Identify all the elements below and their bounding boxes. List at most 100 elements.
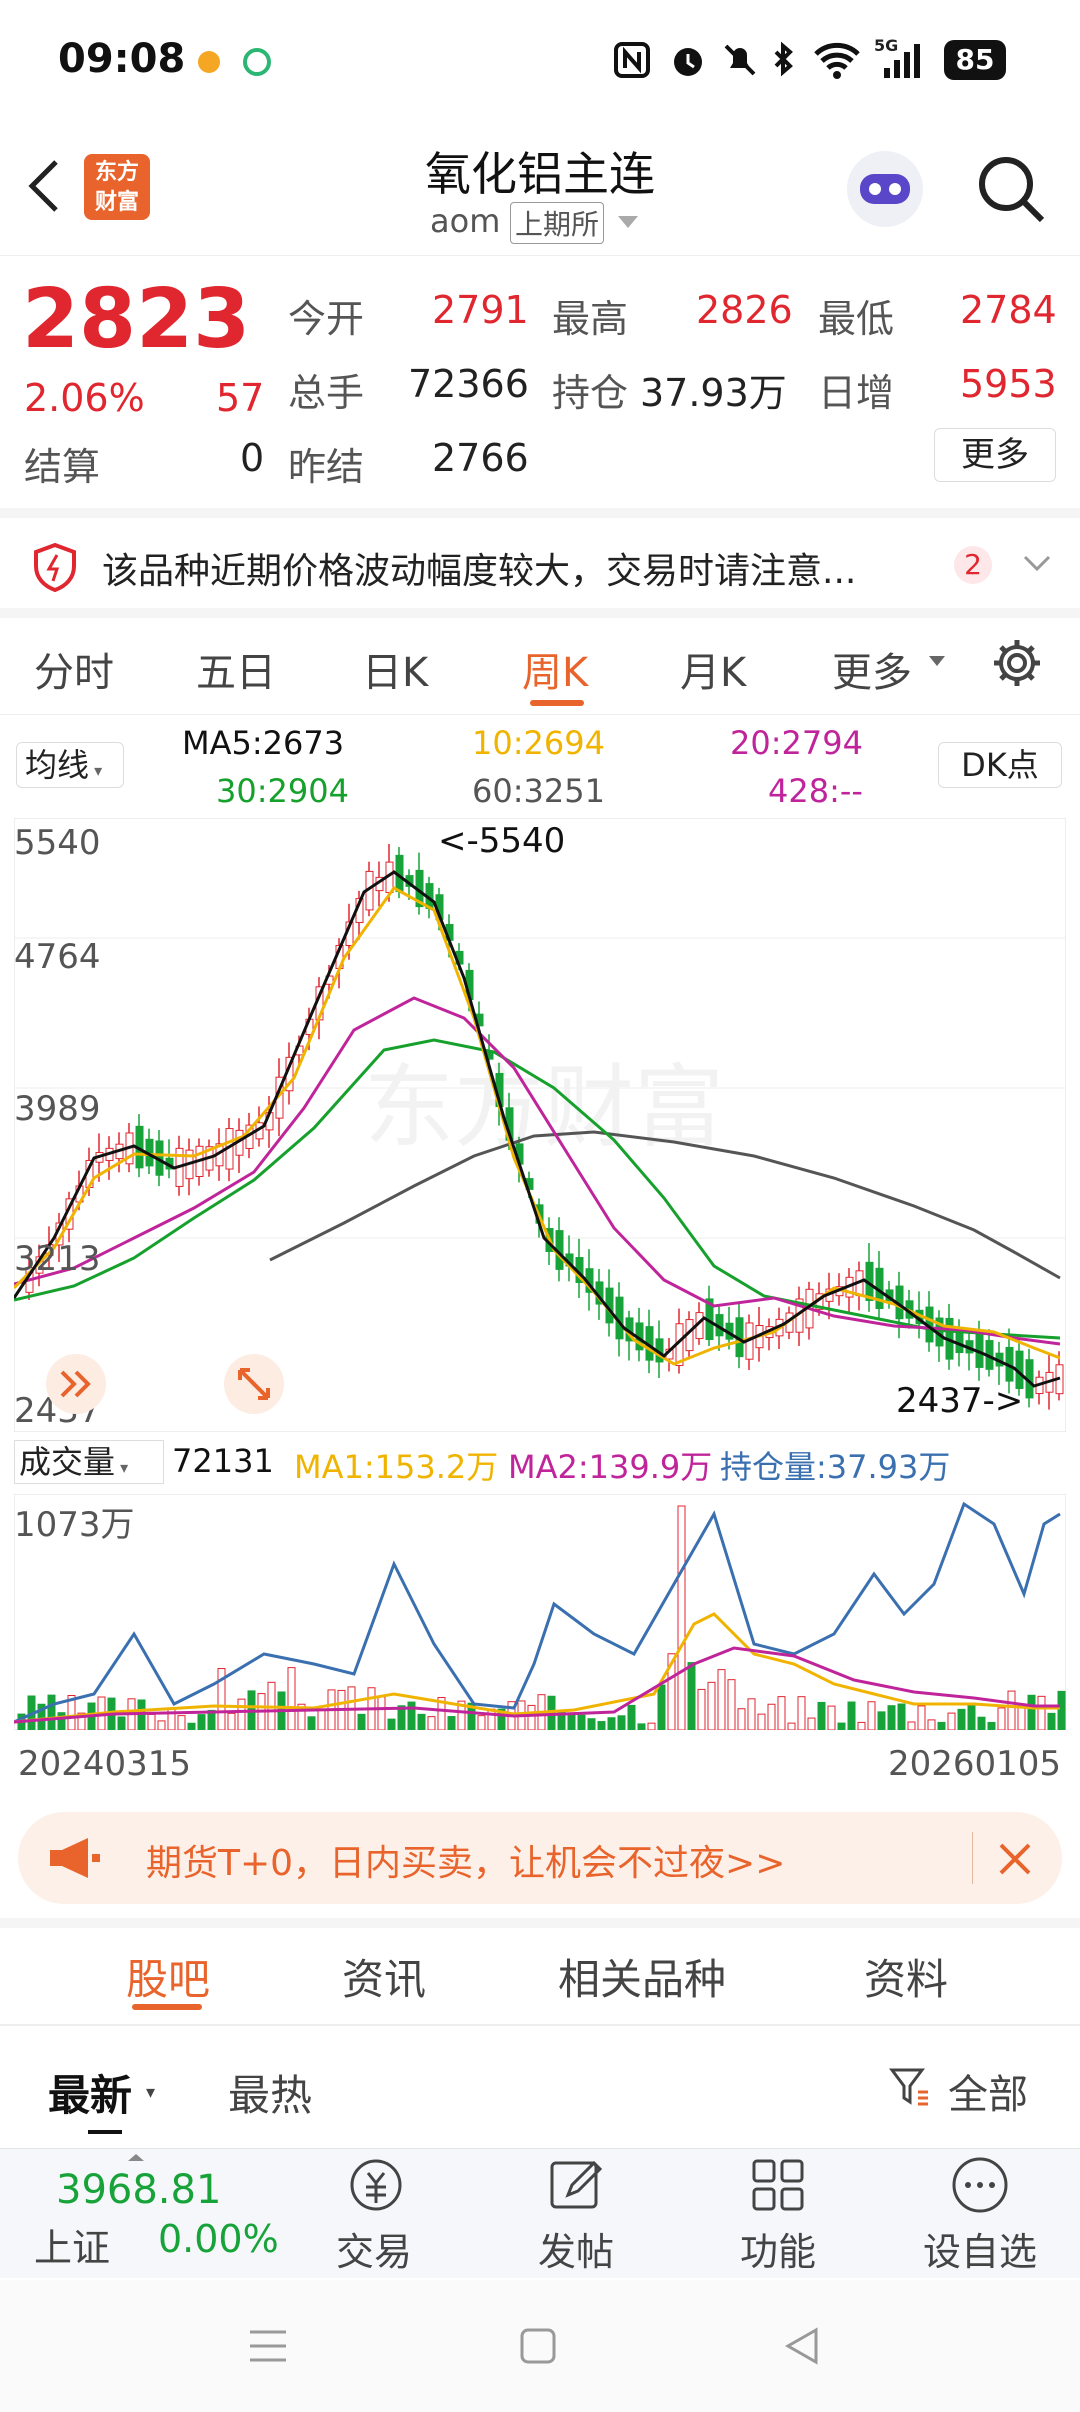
volume-bar [1057, 1690, 1066, 1730]
settle-value: 0 [240, 436, 265, 480]
volume-bar [727, 1679, 736, 1730]
volume-bar [947, 1712, 956, 1730]
tab-related[interactable]: 相关品种 [558, 1946, 726, 2007]
gear-icon[interactable] [990, 636, 1044, 690]
filter-latest[interactable]: 最新 [48, 2062, 132, 2123]
menu-icon[interactable] [246, 2326, 290, 2366]
notification-icons [198, 48, 271, 76]
tab-intraday[interactable]: 分时 [34, 640, 114, 698]
prev-settle-value: 2766 [432, 436, 529, 480]
volume-dropdown[interactable]: 成交量 ▾ [14, 1440, 164, 1484]
volume-bar [57, 1712, 66, 1730]
wifi-icon [814, 42, 860, 79]
ma20-value: 20:2794 [730, 724, 863, 762]
chevron-down-icon[interactable] [616, 212, 640, 232]
trade-icon[interactable] [344, 2155, 408, 2215]
shield-alert-icon [34, 542, 76, 592]
signal-icon [884, 44, 920, 78]
volume-bar [837, 1722, 846, 1730]
filter-icon[interactable] [888, 2064, 932, 2108]
price-axis-label: 3989 [14, 1089, 101, 1129]
daily-inc-value: 5953 [960, 362, 1057, 406]
chevron-down-icon[interactable]: ▾ [146, 2082, 155, 2103]
search-icon[interactable] [974, 152, 1048, 226]
volume-bar [917, 1705, 926, 1730]
more-circle-icon[interactable] [950, 2155, 1010, 2215]
volume-bar [777, 1696, 786, 1730]
index-name[interactable]: 上证 [34, 2217, 110, 2272]
volume-bar [407, 1701, 416, 1730]
filter-indicator [88, 2130, 122, 2134]
function-icon[interactable] [748, 2155, 808, 2215]
promo-text: 期货T+0，日内买卖，让机会不过夜>> [146, 1843, 786, 1884]
volume-bar [1007, 1690, 1016, 1730]
weekly-k-chart[interactable]: 东方财富 5540 4764 3989 3213 2437 <-5540 243… [14, 818, 1066, 1432]
volume-bar [227, 1712, 236, 1730]
close-icon[interactable] [996, 1840, 1034, 1878]
daily-inc-label: 日增 [818, 371, 895, 415]
index-value[interactable]: 3968.81 [56, 2167, 221, 2213]
tab-daily-k[interactable]: 日K [362, 640, 428, 698]
nav-post[interactable]: 发帖 [476, 2221, 676, 2276]
volume-bar [657, 1684, 666, 1730]
nfc-icon [614, 42, 650, 78]
active-subtab-indicator [132, 2004, 202, 2010]
volume-bar [387, 1718, 396, 1730]
tab-more[interactable]: 更多 [832, 640, 912, 698]
volume-bar [1017, 1704, 1026, 1730]
volume-bar [807, 1717, 816, 1730]
caret-down-icon [929, 656, 945, 666]
tab-profile[interactable]: 资料 [864, 1946, 948, 2007]
volume-bar [897, 1703, 906, 1730]
volume-bar [197, 1714, 206, 1730]
index-change[interactable]: 0.00% [158, 2217, 279, 2261]
tab-five-day[interactable]: 五日 [196, 640, 276, 698]
volume-bar [317, 1709, 326, 1730]
volume-bar [827, 1705, 836, 1730]
nav-add-watchlist[interactable]: 设自选 [880, 2221, 1080, 2276]
tab-weekly-k[interactable]: 周K [522, 640, 588, 698]
fullscreen-icon[interactable] [224, 1354, 284, 1414]
tab-forum[interactable]: 股吧 [126, 1946, 210, 2007]
volume-bar [1047, 1712, 1056, 1730]
volume-bar [857, 1721, 866, 1730]
filter-hot[interactable]: 最热 [228, 2062, 312, 2123]
divider [0, 714, 1080, 715]
volume-bar [967, 1702, 976, 1730]
expand-left-icon[interactable] [46, 1354, 106, 1414]
price-axis-label: 4764 [14, 937, 101, 977]
ma428-value: 428:-- [768, 772, 863, 810]
post-icon[interactable] [546, 2155, 606, 2215]
nav-function[interactable]: 功能 [678, 2221, 878, 2276]
divider [0, 1918, 1080, 1928]
exchange-badge[interactable]: 上期所 [510, 202, 605, 244]
dk-point-button[interactable]: DK点 [938, 742, 1062, 788]
volume-bar [377, 1696, 386, 1730]
prev-settle-label: 昨结 [288, 445, 365, 489]
nav-trade[interactable]: 交易 [274, 2221, 474, 2276]
ma-dropdown[interactable]: 均线 ▾ [16, 742, 124, 788]
watermark: 东方财富 [364, 1055, 724, 1160]
volume-bar [787, 1722, 796, 1730]
price-axis-label: 3213 [14, 1239, 101, 1279]
tab-news[interactable]: 资讯 [342, 1946, 426, 2007]
home-icon[interactable] [518, 2326, 558, 2366]
volume-bar [157, 1720, 166, 1730]
notice-bar[interactable]: 该品种近期价格波动幅度较大，交易时请注意... 2 [0, 508, 1080, 608]
robot-assistant-icon[interactable] [842, 146, 928, 232]
caret-up-icon [128, 2154, 144, 2161]
open-value: 2791 [432, 288, 529, 332]
promo-banner[interactable]: 期货T+0，日内买卖，让机会不过夜>> [18, 1812, 1062, 1904]
back-nav-icon[interactable] [782, 2326, 822, 2366]
volume-bar [637, 1723, 646, 1730]
low-label: 最低 [818, 297, 895, 341]
chevron-down-icon[interactable] [1022, 554, 1052, 574]
volume-bar [997, 1707, 1006, 1730]
volume-label: 总手 [288, 371, 365, 415]
volume-chart[interactable]: 1073万 [14, 1494, 1066, 1730]
volume-bar [1027, 1694, 1036, 1730]
ma60-value: 60:3251 [472, 772, 605, 810]
tab-monthly-k[interactable]: 月K [680, 640, 746, 698]
more-button[interactable]: 更多 [934, 428, 1056, 482]
filter-all[interactable]: 全部 [948, 2062, 1028, 2120]
